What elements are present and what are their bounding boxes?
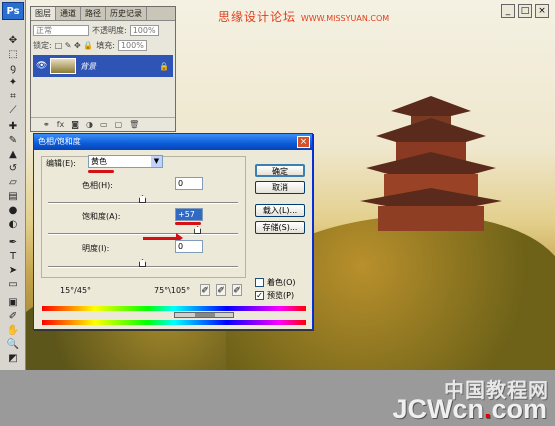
lightness-label: 明度(I):: [82, 244, 110, 253]
layers-footer: ⚭ fx ◙ ◑ ▭ ▢ 🗑: [31, 117, 175, 131]
lightness-input[interactable]: 0: [175, 240, 203, 253]
window-close-button[interactable]: ×: [535, 4, 549, 18]
annotation-underline-2: [175, 222, 201, 225]
lock-icons[interactable]: □ ✎ ✥ 🔒: [55, 41, 94, 50]
magic-wand-icon[interactable]: ✦: [5, 76, 21, 89]
saturation-label: 饱和度(A):: [82, 212, 121, 221]
preview-label: 预览(P): [267, 291, 295, 300]
slice-tool-icon[interactable]: ⟋: [5, 104, 21, 117]
layer-thumbnail: [50, 58, 76, 74]
fill-label: 填充:: [96, 41, 115, 50]
eye-icon[interactable]: 👁: [36, 61, 47, 71]
cancel-button[interactable]: 取消: [255, 181, 305, 194]
range-left-text: 15°/45°: [60, 286, 92, 295]
fill-field[interactable]: 100%: [117, 40, 147, 51]
dodge-tool-icon[interactable]: ◐: [5, 218, 21, 231]
move-tool-icon[interactable]: ✥: [5, 34, 21, 47]
healing-brush-icon[interactable]: ✚: [5, 120, 21, 133]
dialog-close-button[interactable]: ×: [297, 136, 310, 148]
preview-checkbox[interactable]: ✓: [255, 291, 264, 300]
brush-tool-icon[interactable]: ✎: [5, 134, 21, 147]
annotation-underline: [88, 170, 114, 173]
tools-panel: Ps ✥ ⬚ ꝯ ✦ ⌗ ⟋ ✚ ✎ ▲ ↺ ▱ ▤ ● ◐ ✒ T ➤ ▭ ▣…: [0, 0, 26, 370]
input-color-bar: [42, 306, 306, 311]
lasso-tool-icon[interactable]: ꝯ: [5, 62, 21, 75]
marquee-tool-icon[interactable]: ⬚: [5, 48, 21, 61]
fx-icon[interactable]: fx: [57, 120, 65, 129]
saturation-input[interactable]: +57: [175, 208, 203, 221]
edit-label: 编辑(E):: [46, 159, 76, 168]
path-select-icon[interactable]: ➤: [5, 264, 21, 277]
eyedropper-plus-icon[interactable]: ✐: [216, 284, 226, 296]
color-range-slider[interactable]: [174, 312, 234, 318]
opacity-field[interactable]: 100%: [129, 25, 159, 36]
layer-row-background[interactable]: 👁 背景 🔒: [33, 55, 173, 77]
link-icon[interactable]: ⚭: [43, 120, 50, 129]
eyedropper-icon[interactable]: ✐: [200, 284, 210, 296]
tab-history[interactable]: 历史记录: [106, 7, 147, 20]
hue-saturation-dialog: 色相/饱和度 × 编辑(E): 黄色 ▼ 色相(H): 0 饱和度(A): +5…: [33, 133, 313, 330]
edit-select[interactable]: 黄色 ▼: [88, 155, 163, 168]
history-brush-icon[interactable]: ↺: [5, 162, 21, 175]
annotation-arrow: [143, 233, 183, 243]
mask-icon[interactable]: ◙: [71, 120, 79, 129]
hue-label: 色相(H):: [82, 181, 113, 190]
eyedropper-tool-icon[interactable]: ✐: [5, 310, 21, 323]
color-swatches-icon[interactable]: ◩: [5, 352, 21, 365]
dialog-title: 色相/饱和度: [34, 134, 312, 150]
hand-tool-icon[interactable]: ✋: [5, 324, 21, 337]
colorize-checkbox[interactable]: [255, 278, 264, 287]
opacity-label: 不透明度:: [92, 26, 127, 35]
photoshop-logo: Ps: [2, 2, 24, 20]
edit-select-value: 黄色: [91, 157, 107, 166]
crop-tool-icon[interactable]: ⌗: [5, 90, 21, 103]
gradient-tool-icon[interactable]: ▤: [5, 190, 21, 203]
minimize-button[interactable]: _: [501, 4, 515, 18]
chevron-down-icon: ▼: [151, 156, 162, 167]
panel-tabs: 图层 通道 路径 历史记录: [31, 7, 175, 21]
notes-tool-icon[interactable]: ▣: [5, 296, 21, 309]
load-button[interactable]: 载入(L)...: [255, 204, 305, 217]
new-layer-icon[interactable]: ▢: [115, 120, 123, 129]
layers-panel: 图层 通道 路径 历史记录 正常 不透明度: 100% 锁定: □ ✎ ✥ 🔒 …: [30, 6, 176, 132]
stamp-tool-icon[interactable]: ▲: [5, 148, 21, 161]
saturation-slider-track[interactable]: [48, 233, 238, 235]
output-color-bar: [42, 320, 306, 325]
colorize-label: 着色(O): [267, 278, 296, 287]
pen-tool-icon[interactable]: ✒: [5, 236, 21, 249]
window-controls: _ □ ×: [501, 4, 549, 18]
ok-button[interactable]: 确定: [255, 164, 305, 177]
tab-paths[interactable]: 路径: [81, 7, 106, 20]
adjustment-group: [41, 156, 246, 278]
zoom-tool-icon[interactable]: 🔍: [5, 338, 21, 351]
shape-tool-icon[interactable]: ▭: [5, 278, 21, 291]
blend-mode-select[interactable]: 正常: [33, 25, 89, 36]
tab-layers[interactable]: 图层: [31, 7, 56, 20]
hue-input[interactable]: 0: [175, 177, 203, 190]
group-icon[interactable]: ▭: [100, 120, 108, 129]
save-button[interactable]: 存储(S)...: [255, 221, 305, 234]
type-tool-icon[interactable]: T: [5, 250, 21, 263]
trash-icon[interactable]: 🗑: [129, 120, 139, 129]
pagoda-image: [360, 96, 502, 231]
tab-channels[interactable]: 通道: [56, 7, 81, 20]
adjustment-icon[interactable]: ◑: [86, 120, 93, 129]
lock-icon: 🔒: [159, 61, 169, 71]
site-watermark: 思缘设计论坛 WWW.MISSYUAN.COM: [218, 10, 390, 24]
range-right-text: 75°\105°: [154, 286, 191, 295]
eyedropper-minus-icon[interactable]: ✐: [232, 284, 242, 296]
jcwcn-logo-watermark: JCWcn.com: [392, 394, 547, 424]
blur-tool-icon[interactable]: ●: [5, 204, 21, 217]
layer-name: 背景: [80, 61, 96, 71]
eraser-tool-icon[interactable]: ▱: [5, 176, 21, 189]
restore-button[interactable]: □: [518, 4, 532, 18]
lock-label: 锁定:: [33, 41, 52, 50]
